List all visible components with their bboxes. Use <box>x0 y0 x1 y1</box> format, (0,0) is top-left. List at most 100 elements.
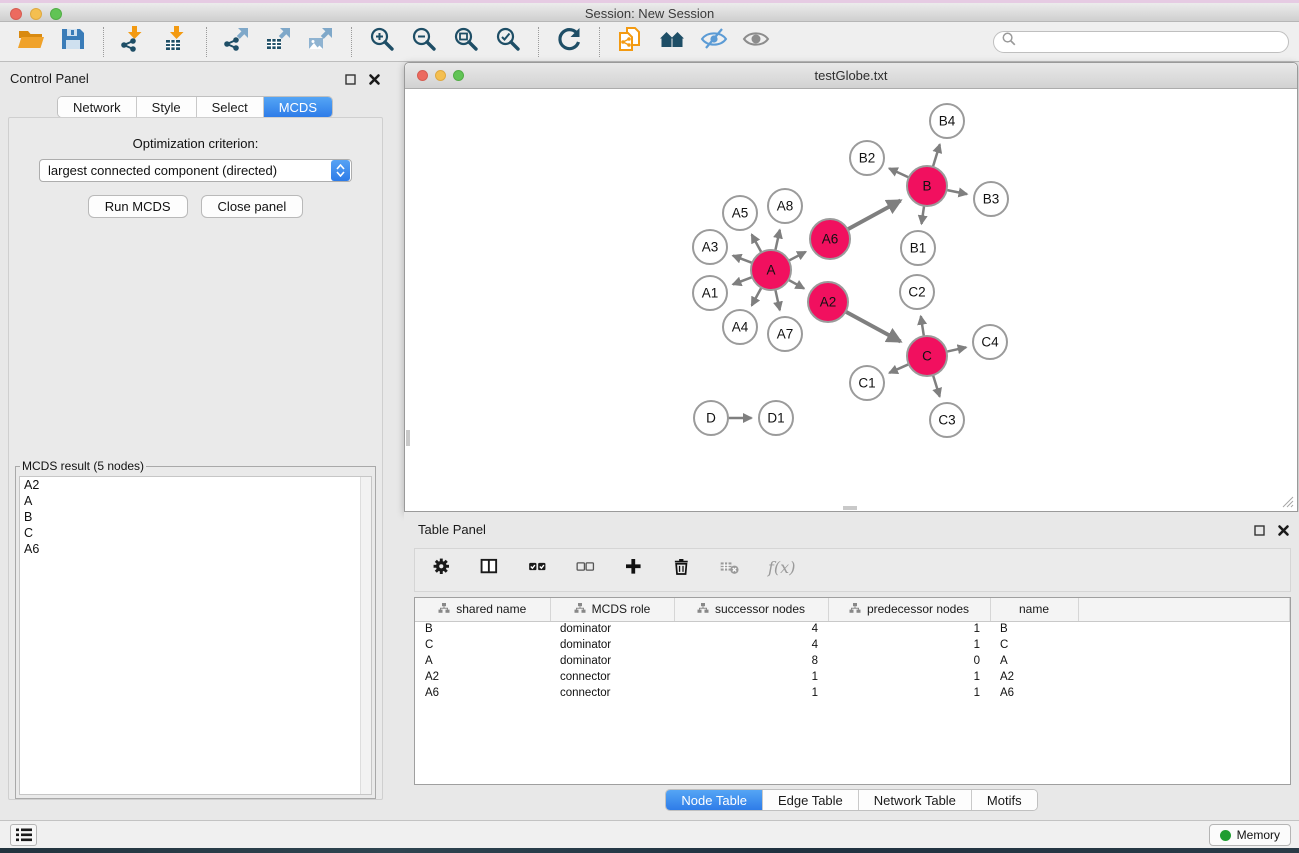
edge-A-A1[interactable] <box>733 277 752 284</box>
zoom-in-button[interactable] <box>364 26 400 58</box>
tab-network[interactable]: Network <box>58 97 137 117</box>
result-item[interactable]: A <box>20 493 371 509</box>
table-row[interactable]: A2connector11A2 <box>415 669 1290 685</box>
table-row[interactable]: A6connector11A6 <box>415 685 1290 701</box>
settings-button[interactable] <box>431 556 455 585</box>
table-row[interactable]: Adominator80A <box>415 653 1290 669</box>
table-row[interactable]: Bdominator41B <box>415 621 1290 637</box>
show-all-button[interactable] <box>738 26 774 58</box>
add-row-button[interactable] <box>623 556 647 585</box>
deselect-all-button[interactable] <box>575 556 599 585</box>
edge-C-C3[interactable] <box>933 375 940 397</box>
search-field[interactable] <box>993 31 1289 53</box>
zoom-fit-button[interactable] <box>448 26 484 58</box>
column-header[interactable]: name <box>990 598 1078 621</box>
edge-A2-C[interactable] <box>846 312 901 342</box>
column-header[interactable]: predecessor nodes <box>828 598 990 621</box>
cell: 1 <box>674 669 828 685</box>
save-session-icon <box>59 25 87 58</box>
deselect-all-icon <box>575 556 599 585</box>
open-session-button[interactable] <box>13 26 49 58</box>
toolbar-separator <box>599 27 600 57</box>
zoom-out-button[interactable] <box>406 26 442 58</box>
tab-select[interactable]: Select <box>197 97 264 117</box>
edge-B-B3[interactable] <box>947 190 967 194</box>
export-table-button[interactable] <box>261 26 297 58</box>
columns-button[interactable] <box>479 556 503 585</box>
export-image-button[interactable] <box>303 26 339 58</box>
result-scrollbar[interactable] <box>360 477 371 794</box>
tab-motifs[interactable]: Motifs <box>972 790 1037 810</box>
float-panel-button[interactable] <box>342 71 358 87</box>
resize-grip-icon[interactable] <box>1281 495 1294 508</box>
delete-row-button[interactable] <box>671 556 695 585</box>
close-panel-button[interactable] <box>366 71 382 87</box>
edge-C-C2[interactable] <box>921 316 924 336</box>
edge-A-A8[interactable] <box>775 230 780 251</box>
tree-icon <box>697 602 709 617</box>
node-table[interactable]: shared nameMCDS rolesuccessor nodesprede… <box>414 597 1291 785</box>
tab-node-table[interactable]: Node Table <box>666 790 763 810</box>
tab-style[interactable]: Style <box>137 97 197 117</box>
network-graph[interactable]: AA1A2A3A4A5A6A7A8BB1B2B3B4CC1C2C3C4DD1 <box>406 90 1298 511</box>
close-panel-button2[interactable]: Close panel <box>201 195 304 218</box>
show-all-icon <box>742 25 770 58</box>
table-row[interactable]: Cdominator41C <box>415 637 1290 653</box>
run-mcds-button[interactable]: Run MCDS <box>88 195 188 218</box>
network-vscroll-thumb[interactable] <box>406 430 410 446</box>
node-label-A5: A5 <box>732 206 749 221</box>
float-icon <box>1252 523 1267 538</box>
column-header[interactable]: successor nodes <box>674 598 828 621</box>
cell: 1 <box>828 621 990 637</box>
hide-selected-button[interactable] <box>696 26 732 58</box>
edge-A-A5[interactable] <box>752 235 762 253</box>
network-hscroll-thumb[interactable] <box>843 506 857 510</box>
table-float-button[interactable] <box>1251 522 1267 538</box>
mcds-result-list[interactable]: A2ABCA6 <box>19 476 372 795</box>
zoom-selected-button[interactable] <box>490 26 526 58</box>
tab-mcds[interactable]: MCDS <box>264 97 332 117</box>
edge-A-A7[interactable] <box>775 290 780 311</box>
edge-A-A3[interactable] <box>733 256 752 263</box>
import-network-button[interactable] <box>116 26 152 58</box>
edge-A-A6[interactable] <box>789 252 806 261</box>
home-button[interactable] <box>654 26 690 58</box>
tab-edge-table[interactable]: Edge Table <box>763 790 859 810</box>
save-session-button[interactable] <box>55 26 91 58</box>
search-input[interactable] <box>1021 35 1280 49</box>
mcds-panel: Optimization criterion: largest connecte… <box>8 117 383 800</box>
edge-A-A2[interactable] <box>788 280 804 289</box>
export-network-button[interactable] <box>219 26 255 58</box>
cell: 1 <box>828 685 990 701</box>
refresh-button[interactable] <box>551 26 587 58</box>
network-view-window[interactable]: testGlobe.txt AA1A2A3A4A5A6A7A8BB1B2B3B4… <box>404 62 1298 512</box>
mcds-result-box: MCDS result (5 nodes) A2ABCA6 <box>15 459 376 799</box>
open-session-icon <box>17 25 45 58</box>
optimization-criterion-select[interactable]: largest connected component (directed) <box>39 159 352 182</box>
column-header[interactable]: shared name <box>415 598 550 621</box>
import-table-button[interactable] <box>158 26 194 58</box>
optimization-criterion-value: largest connected component (directed) <box>40 163 331 178</box>
edge-C-C4[interactable] <box>947 347 967 351</box>
edge-A-A4[interactable] <box>752 288 762 306</box>
select-all-button[interactable] <box>527 556 551 585</box>
task-history-button[interactable] <box>10 824 37 846</box>
clone-network-button[interactable] <box>612 26 648 58</box>
result-item[interactable]: A2 <box>20 477 371 493</box>
network-canvas[interactable]: AA1A2A3A4A5A6A7A8BB1B2B3B4CC1C2C3C4DD1 <box>406 90 1296 510</box>
edge-B-B1[interactable] <box>922 206 925 224</box>
result-item[interactable]: B <box>20 509 371 525</box>
memory-button[interactable]: Memory <box>1209 824 1291 846</box>
network-window-titlebar[interactable]: testGlobe.txt <box>405 63 1297 89</box>
edge-C-C1[interactable] <box>889 364 909 373</box>
add-row-icon <box>623 556 647 585</box>
edge-A6-B[interactable] <box>848 201 901 230</box>
result-item[interactable]: C <box>20 525 371 541</box>
tab-network-table[interactable]: Network Table <box>859 790 972 810</box>
column-header[interactable]: MCDS role <box>550 598 674 621</box>
edge-B-B2[interactable] <box>889 168 909 177</box>
result-item[interactable]: A6 <box>20 541 371 557</box>
table-close-button[interactable] <box>1275 522 1291 538</box>
edge-B-B4[interactable] <box>933 144 940 167</box>
tree-icon <box>574 602 586 617</box>
